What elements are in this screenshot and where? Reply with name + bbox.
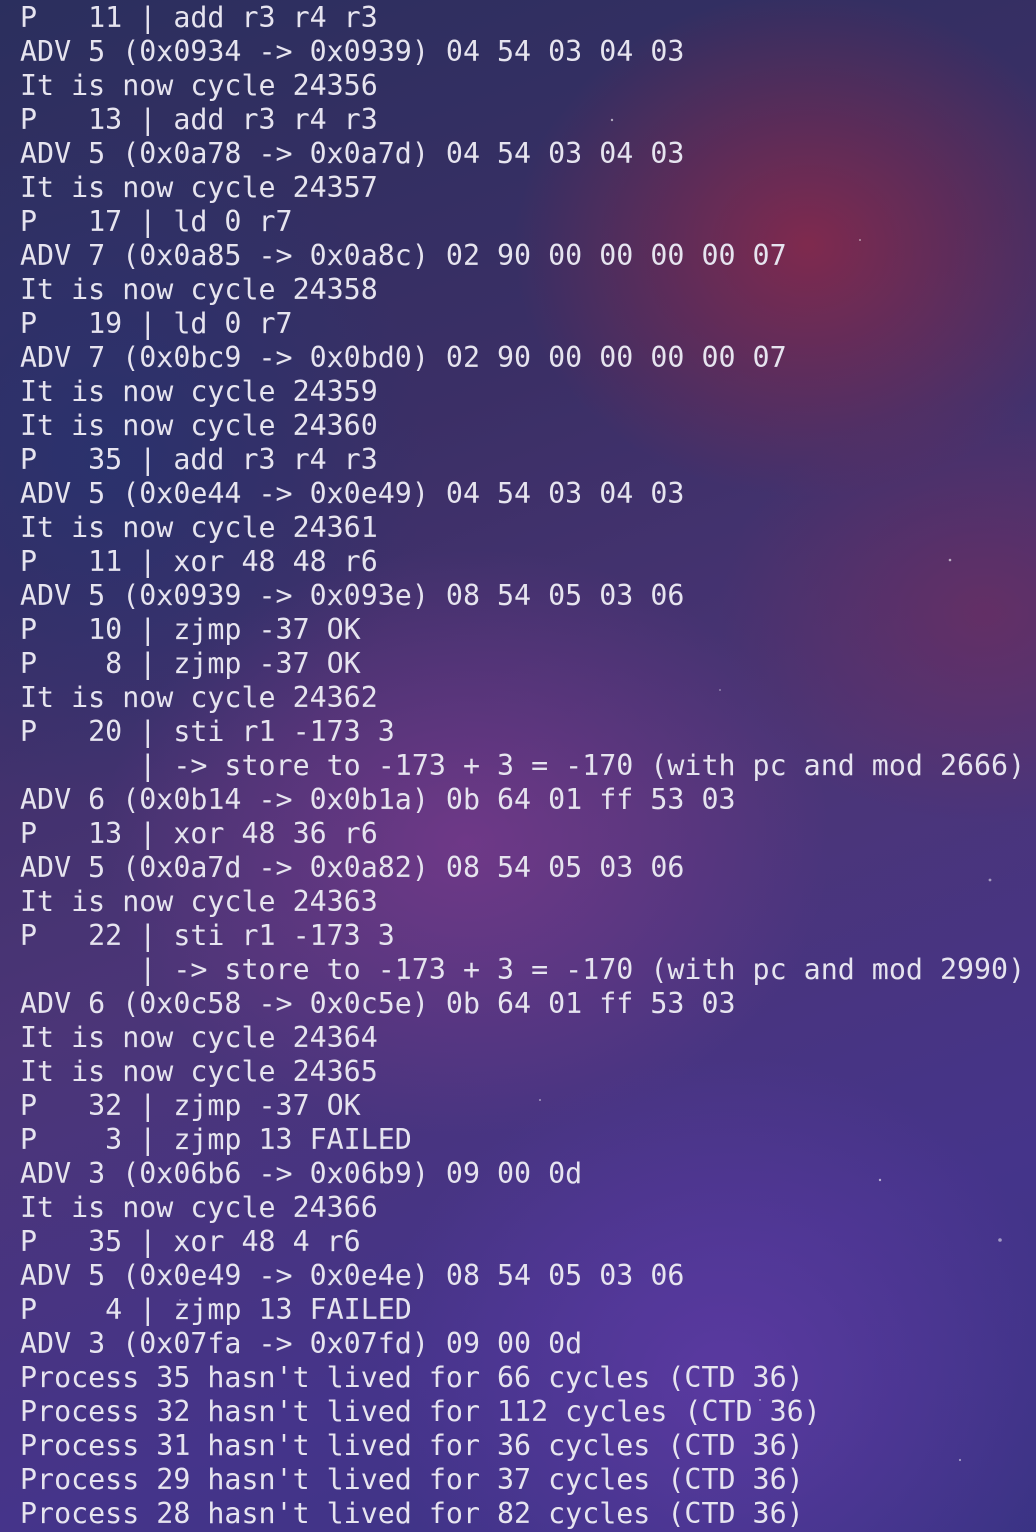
log-line: P 17 | ld 0 r7 <box>20 205 293 238</box>
log-line: P 35 | xor 48 4 r6 <box>20 1225 361 1258</box>
log-line: Process 31 hasn't lived for 36 cycles (C… <box>20 1429 804 1462</box>
log-line: It is now cycle 24359 <box>20 375 378 408</box>
log-line: ADV 6 (0x0c58 -> 0x0c5e) 0b 64 01 ff 53 … <box>20 987 736 1020</box>
log-line: ADV 5 (0x0a7d -> 0x0a82) 08 54 05 03 06 <box>20 851 685 884</box>
log-line: It is now cycle 24358 <box>20 273 378 306</box>
log-line: P 11 | xor 48 48 r6 <box>20 545 378 578</box>
log-line: ADV 3 (0x07fa -> 0x07fd) 09 00 0d <box>20 1327 583 1360</box>
log-line: It is now cycle 24356 <box>20 69 378 102</box>
log-line: | -> store to -173 + 3 = -170 (with pc a… <box>20 953 1026 986</box>
log-line: P 8 | zjmp -37 OK <box>20 647 361 680</box>
terminal-output: P 11 | add r3 r4 r3 ADV 5 (0x0934 -> 0x0… <box>0 0 1036 1532</box>
log-line: It is now cycle 24363 <box>20 885 378 918</box>
log-line: P 11 | add r3 r4 r3 <box>20 1 378 34</box>
log-line: Process 35 hasn't lived for 66 cycles (C… <box>20 1361 804 1394</box>
log-line: Process 28 hasn't lived for 82 cycles (C… <box>20 1497 804 1530</box>
log-line: ADV 7 (0x0a85 -> 0x0a8c) 02 90 00 00 00 … <box>20 239 787 272</box>
log-line: P 19 | ld 0 r7 <box>20 307 293 340</box>
log-line: ADV 5 (0x0e44 -> 0x0e49) 04 54 03 04 03 <box>20 477 685 510</box>
log-line: P 32 | zjmp -37 OK <box>20 1089 361 1122</box>
log-line: P 4 | zjmp 13 FAILED <box>20 1293 412 1326</box>
log-line: ADV 7 (0x0bc9 -> 0x0bd0) 02 90 00 00 00 … <box>20 341 787 374</box>
log-line: P 22 | sti r1 -173 3 <box>20 919 395 952</box>
log-line: It is now cycle 24360 <box>20 409 378 442</box>
log-line: ADV 5 (0x0e49 -> 0x0e4e) 08 54 05 03 06 <box>20 1259 685 1292</box>
log-line: ADV 6 (0x0b14 -> 0x0b1a) 0b 64 01 ff 53 … <box>20 783 736 816</box>
log-line: It is now cycle 24365 <box>20 1055 378 1088</box>
log-line: ADV 5 (0x0a78 -> 0x0a7d) 04 54 03 04 03 <box>20 137 685 170</box>
log-line: Process 29 hasn't lived for 37 cycles (C… <box>20 1463 804 1496</box>
log-line: It is now cycle 24357 <box>20 171 378 204</box>
log-line: ADV 5 (0x0939 -> 0x093e) 08 54 05 03 06 <box>20 579 685 612</box>
log-line: It is now cycle 24362 <box>20 681 378 714</box>
log-line: It is now cycle 24366 <box>20 1191 378 1224</box>
log-line: P 10 | zjmp -37 OK <box>20 613 361 646</box>
log-line: It is now cycle 24361 <box>20 511 378 544</box>
log-line: P 13 | xor 48 36 r6 <box>20 817 378 850</box>
log-line: It is now cycle 24364 <box>20 1021 378 1054</box>
log-line: P 13 | add r3 r4 r3 <box>20 103 378 136</box>
log-line: P 20 | sti r1 -173 3 <box>20 715 395 748</box>
log-line: Process 32 hasn't lived for 112 cycles (… <box>20 1395 821 1428</box>
log-line: | -> store to -173 + 3 = -170 (with pc a… <box>20 749 1026 782</box>
log-line: P 35 | add r3 r4 r3 <box>20 443 378 476</box>
log-line: ADV 3 (0x06b6 -> 0x06b9) 09 00 0d <box>20 1157 583 1190</box>
log-line: ADV 5 (0x0934 -> 0x0939) 04 54 03 04 03 <box>20 35 685 68</box>
log-line: P 3 | zjmp 13 FAILED <box>20 1123 412 1156</box>
